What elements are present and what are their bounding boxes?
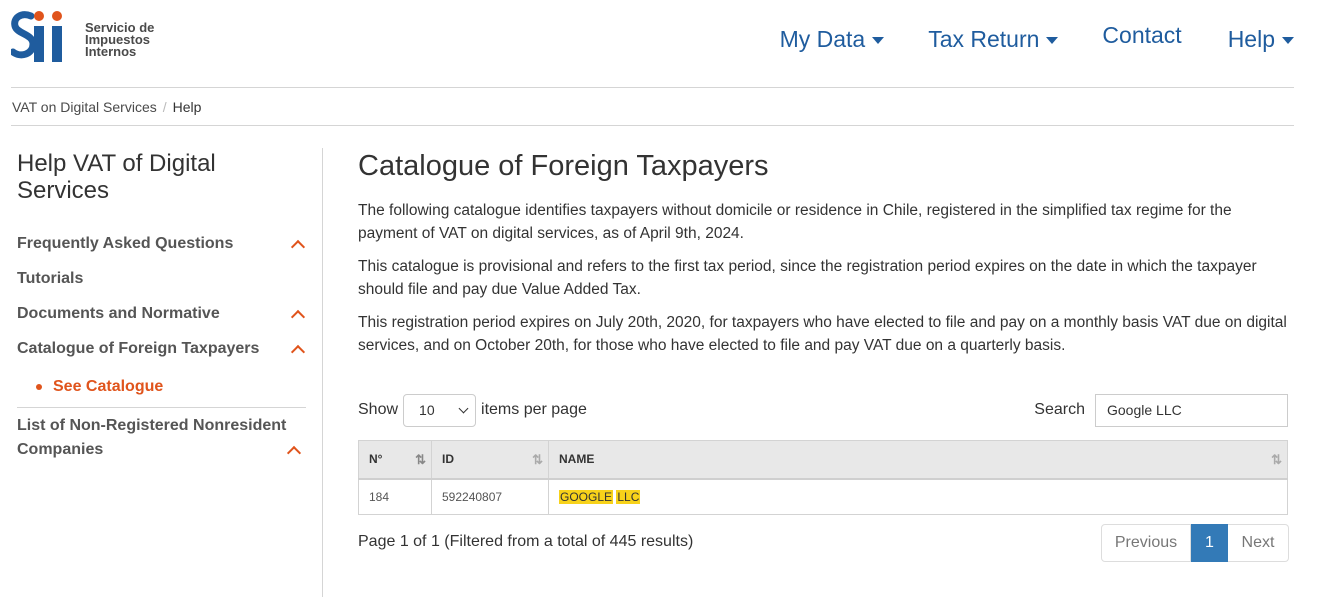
bullet-icon (36, 384, 42, 390)
chevron-down-icon (458, 403, 469, 413)
chevron-up-icon[interactable] (290, 344, 306, 359)
table-header-row: N° ⇅ ID ⇅ NAME ⇅ (358, 440, 1288, 480)
column-header-label: N° (369, 452, 383, 467)
breadcrumb-separator: / (162, 99, 167, 115)
site-header: Servicio de Impuestos Internos My Data T… (0, 0, 1326, 88)
previous-page-button[interactable]: Previous (1101, 524, 1191, 562)
breadcrumb: VAT on Digital Services / Help (12, 99, 201, 115)
current-page-button[interactable]: 1 (1191, 524, 1228, 562)
breadcrumb-current: Help (172, 99, 202, 115)
table-row: 184 592240807 GOOGLE LLC (358, 478, 1288, 515)
intro-paragraph-3: This registration period expires on July… (358, 314, 1287, 354)
sidebar-title: Help VAT of Digital Services (17, 150, 216, 204)
logo-text: Servicio de Impuestos Internos (85, 21, 154, 59)
search-input[interactable] (1095, 393, 1288, 427)
cell-id: 592240807 (431, 478, 549, 515)
nav-my-data[interactable]: My Data (780, 26, 885, 53)
cell-name: GOOGLE LLC (548, 478, 1288, 515)
nav-tax-return-label: Tax Return (928, 26, 1040, 52)
nav-help-label: Help (1227, 26, 1275, 52)
sidebar-item-documents[interactable]: Documents and Normative (17, 296, 307, 331)
page-size-select[interactable]: 10 (403, 393, 477, 427)
sidebar-vertical-divider (322, 148, 323, 597)
column-header-label: NAME (559, 452, 595, 467)
sidebar-item-faq[interactable]: Frequently Asked Questions (17, 226, 307, 261)
sii-logo[interactable]: Servicio de Impuestos Internos (11, 10, 154, 66)
sort-ascending-icon: ⇅ (415, 452, 426, 467)
cell-number: 184 (358, 478, 432, 515)
main-nav: My Data Tax Return Contact Help (736, 22, 1294, 53)
caret-down-icon (1282, 37, 1294, 44)
sidebar-subitem-see-catalogue[interactable]: See Catalogue (36, 372, 307, 402)
main-content: Catalogue of Foreign Taxpayers The follo… (358, 150, 1288, 367)
breadcrumb-vat-digital[interactable]: VAT on Digital Services (12, 99, 157, 115)
chevron-up-icon[interactable] (290, 309, 306, 324)
per-page-label: items per page (481, 401, 587, 418)
caret-down-icon (872, 37, 885, 44)
sii-logo-icon (11, 11, 62, 62)
breadcrumb-divider (11, 125, 1294, 126)
page-size-value: 10 (419, 402, 435, 418)
sidebar-item-catalogue[interactable]: Catalogue of Foreign Taxpayers (17, 331, 307, 366)
caret-down-icon (1046, 37, 1059, 44)
column-header-label: ID (442, 452, 454, 467)
pagination-info: Page 1 of 1 (Filtered from a total of 44… (358, 533, 694, 550)
sidebar-item-label: Documents and Normative (17, 304, 220, 322)
nav-tax-return[interactable]: Tax Return (928, 26, 1059, 53)
column-header-number[interactable]: N° ⇅ (358, 440, 432, 480)
intro-paragraph-1: The following catalogue identifies taxpa… (358, 202, 1232, 242)
sidebar-item-label: Frequently Asked Questions (17, 234, 234, 252)
search-control: Search (1034, 393, 1288, 427)
sort-icon: ⇅ (532, 452, 543, 467)
pagination: Previous 1 Next (1101, 524, 1289, 562)
sidebar-item-label: Catalogue of Foreign Taxpayers (17, 339, 260, 357)
sidebar-item-tutorials[interactable]: Tutorials (17, 261, 307, 296)
nav-contact[interactable]: Contact (1102, 22, 1181, 49)
sort-icon: ⇅ (1271, 452, 1282, 467)
sidebar-subitem-label: See Catalogue (53, 378, 164, 395)
table-controls: Show 10 items per page Search (358, 393, 1288, 427)
next-page-button[interactable]: Next (1228, 524, 1289, 562)
show-label: Show (358, 401, 399, 418)
search-highlight: LLC (616, 489, 641, 504)
nav-contact-label: Contact (1102, 22, 1182, 48)
sidebar-item-non-registered[interactable]: List of Non-Registered Nonresident Compa… (17, 408, 307, 462)
sidebar: Help VAT of Digital Services Frequently … (17, 150, 307, 462)
header-divider (11, 87, 1294, 88)
logo-line-3: Internos (85, 44, 137, 59)
column-header-id[interactable]: ID ⇅ (431, 440, 549, 480)
column-header-name[interactable]: NAME ⇅ (548, 440, 1288, 480)
chevron-up-icon[interactable] (290, 239, 306, 254)
nav-my-data-label: My Data (779, 26, 866, 52)
nav-help[interactable]: Help (1228, 26, 1294, 53)
taxpayers-table: N° ⇅ ID ⇅ NAME ⇅ 184 592240807 GOOGLE LL… (358, 440, 1288, 515)
intro-paragraph-2: This catalogue is provisional and refers… (358, 258, 1257, 298)
page-size-control: Show 10 items per page (358, 393, 587, 427)
sidebar-item-label: List of Non-Registered Nonresident Compa… (17, 417, 287, 458)
search-highlight: GOOGLE (559, 489, 614, 504)
sidebar-item-label: Tutorials (17, 269, 84, 287)
search-label: Search (1034, 401, 1085, 418)
page-title: Catalogue of Foreign Taxpayers (358, 150, 769, 182)
